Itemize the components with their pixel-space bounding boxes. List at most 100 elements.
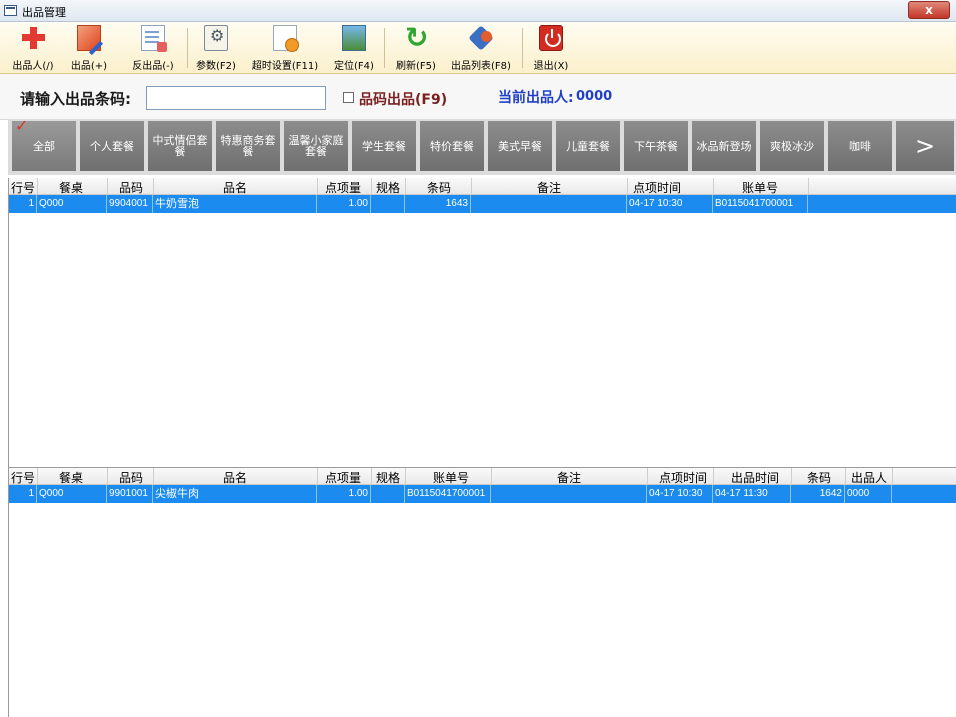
serve-person-button[interactable]: 出品人(/) — [6, 25, 60, 72]
barcode-input[interactable] — [146, 86, 326, 110]
col-header[interactable]: 条码 — [427, 179, 451, 196]
col-separator — [845, 468, 846, 485]
locate-label: 定位(F4) — [334, 61, 374, 72]
col-header[interactable]: 备注 — [537, 179, 561, 196]
col-separator — [153, 178, 154, 195]
category-bar: ✓ 全部 个人套餐 中式情侣套餐 特惠商务套餐 温馨小家庭套餐 学生套餐 特价套… — [8, 116, 956, 175]
col-separator — [627, 178, 628, 195]
cell-bill: B0115041700001 — [405, 485, 491, 503]
col-header[interactable]: 点项时间 — [659, 469, 707, 486]
col-separator — [713, 178, 714, 195]
barcode-prompt: 请输入出品条码: — [20, 90, 131, 108]
timeout-settings-label: 超时设置(F11) — [251, 61, 319, 72]
category-label: 特惠商务套餐 — [220, 134, 276, 158]
category-label: 全部 — [33, 139, 55, 153]
col-separator — [647, 468, 648, 485]
table-row[interactable]: 1 Q000 9904001 牛奶雪泡 1.00 1643 04-17 10:3… — [9, 195, 956, 213]
col-separator — [37, 178, 38, 195]
col-header[interactable]: 规格 — [376, 179, 400, 196]
unserve-button[interactable]: 反出品(-) — [124, 25, 182, 72]
category-item[interactable]: 学生套餐 — [352, 121, 416, 171]
category-item[interactable]: 儿童套餐 — [556, 121, 620, 171]
serve-list-label: 出品列表(F8) — [451, 61, 511, 72]
col-header[interactable]: 餐桌 — [59, 179, 83, 196]
toolbar-separator — [384, 28, 385, 68]
pending-items-grid: 行号 餐桌 品码 品名 点项量 规格 条码 备注 点项时间 账单号 1 Q000… — [8, 178, 956, 467]
category-item[interactable]: 温馨小家庭套餐 — [284, 121, 348, 171]
code-serve-label[interactable]: 品码出品(F9) — [359, 89, 447, 109]
col-header[interactable]: 账单号 — [742, 179, 778, 196]
window-icon — [4, 5, 17, 16]
col-header[interactable]: 出品时间 — [731, 469, 779, 486]
toolbar: 出品人(/) 出品(+) 反出品(-) 参数(F2) 超时设置(F11) 定位(… — [0, 21, 956, 74]
category-all[interactable]: ✓ 全部 — [12, 116, 76, 171]
serve-label: 出品(+) — [70, 61, 108, 72]
serve-list-button[interactable]: 出品列表(F8) — [444, 25, 518, 72]
category-item[interactable]: 冰品新登场 — [692, 121, 756, 171]
col-header[interactable]: 点项量 — [325, 179, 361, 196]
toolbar-separator — [522, 28, 523, 68]
table-row[interactable]: 1 Q000 9901001 尖椒牛肉 1.00 B0115041700001 … — [9, 485, 956, 503]
edit-icon — [77, 25, 101, 51]
cell-qty: 1.00 — [317, 195, 371, 213]
power-icon — [539, 25, 563, 51]
category-item[interactable]: 中式情侣套餐 — [148, 121, 212, 171]
grid-header: 行号 餐桌 品码 品名 点项量 规格 条码 备注 点项时间 账单号 — [9, 178, 956, 195]
col-header[interactable]: 行号 — [11, 179, 35, 196]
category-item[interactable]: 特价套餐 — [420, 121, 484, 171]
col-separator — [317, 178, 318, 195]
category-label: 冰品新登场 — [696, 139, 752, 153]
cell-spec — [371, 195, 405, 213]
col-header[interactable]: 餐桌 — [59, 469, 83, 486]
category-item[interactable]: 咖啡 — [828, 121, 892, 171]
col-header[interactable]: 品码 — [119, 469, 143, 486]
col-header[interactable]: 品码 — [119, 179, 143, 196]
locate-button[interactable]: 定位(F4) — [328, 25, 380, 72]
close-button[interactable]: x — [908, 1, 950, 19]
col-header[interactable]: 账单号 — [433, 469, 469, 486]
col-separator — [153, 468, 154, 485]
cell-bill: B0115041700001 — [713, 195, 808, 213]
col-header[interactable]: 备注 — [557, 469, 581, 486]
col-separator — [107, 468, 108, 485]
grid-header: 行号 餐桌 品码 品名 点项量 规格 账单号 备注 点项时间 出品时间 条码 出… — [9, 468, 956, 485]
unserve-label: 反出品(-) — [132, 61, 174, 72]
category-item[interactable]: 爽极冰沙 — [760, 121, 824, 171]
window-title: 出品管理 — [22, 6, 66, 19]
timeout-icon — [273, 25, 299, 52]
cell-code: 9904001 — [107, 195, 153, 213]
col-header[interactable]: 品名 — [223, 179, 247, 196]
cell-line: 1 — [9, 485, 37, 503]
category-item[interactable]: 个人套餐 — [80, 121, 144, 171]
col-header[interactable]: 规格 — [376, 469, 400, 486]
category-item[interactable]: 特惠商务套餐 — [216, 121, 280, 171]
col-header[interactable]: 条码 — [807, 469, 831, 486]
category-label: 爽极冰沙 — [770, 139, 814, 153]
params-button[interactable]: 参数(F2) — [191, 25, 241, 72]
cell-note — [491, 485, 647, 503]
title-bar: 出品管理 x — [0, 0, 956, 22]
exit-button[interactable]: 退出(X) — [528, 25, 574, 72]
code-serve-checkbox[interactable] — [343, 92, 354, 103]
col-separator — [713, 468, 714, 485]
col-header[interactable]: 点项量 — [325, 469, 361, 486]
category-item[interactable]: 美式早餐 — [488, 121, 552, 171]
col-header[interactable]: 点项时间 — [633, 179, 681, 196]
check-mark-icon: ✓ — [15, 116, 29, 135]
refresh-label: 刷新(F5) — [396, 61, 436, 72]
cell-code: 9901001 — [107, 485, 153, 503]
category-next-button[interactable]: > — [896, 121, 954, 171]
timeout-settings-button[interactable]: 超时设置(F11) — [245, 25, 325, 72]
col-separator — [808, 178, 809, 195]
refresh-button[interactable]: 刷新(F5) — [390, 21, 442, 72]
cell-name: 牛奶雪泡 — [153, 195, 317, 213]
refresh-icon — [404, 21, 428, 54]
category-label: 咖啡 — [849, 139, 871, 153]
category-label: 特价套餐 — [430, 139, 474, 153]
exit-label: 退出(X) — [533, 61, 569, 72]
category-item[interactable]: 下午茶餐 — [624, 121, 688, 171]
col-header[interactable]: 行号 — [11, 469, 35, 486]
col-header[interactable]: 品名 — [223, 469, 247, 486]
col-header[interactable]: 出品人 — [851, 469, 887, 486]
serve-button[interactable]: 出品(+) — [62, 25, 116, 72]
